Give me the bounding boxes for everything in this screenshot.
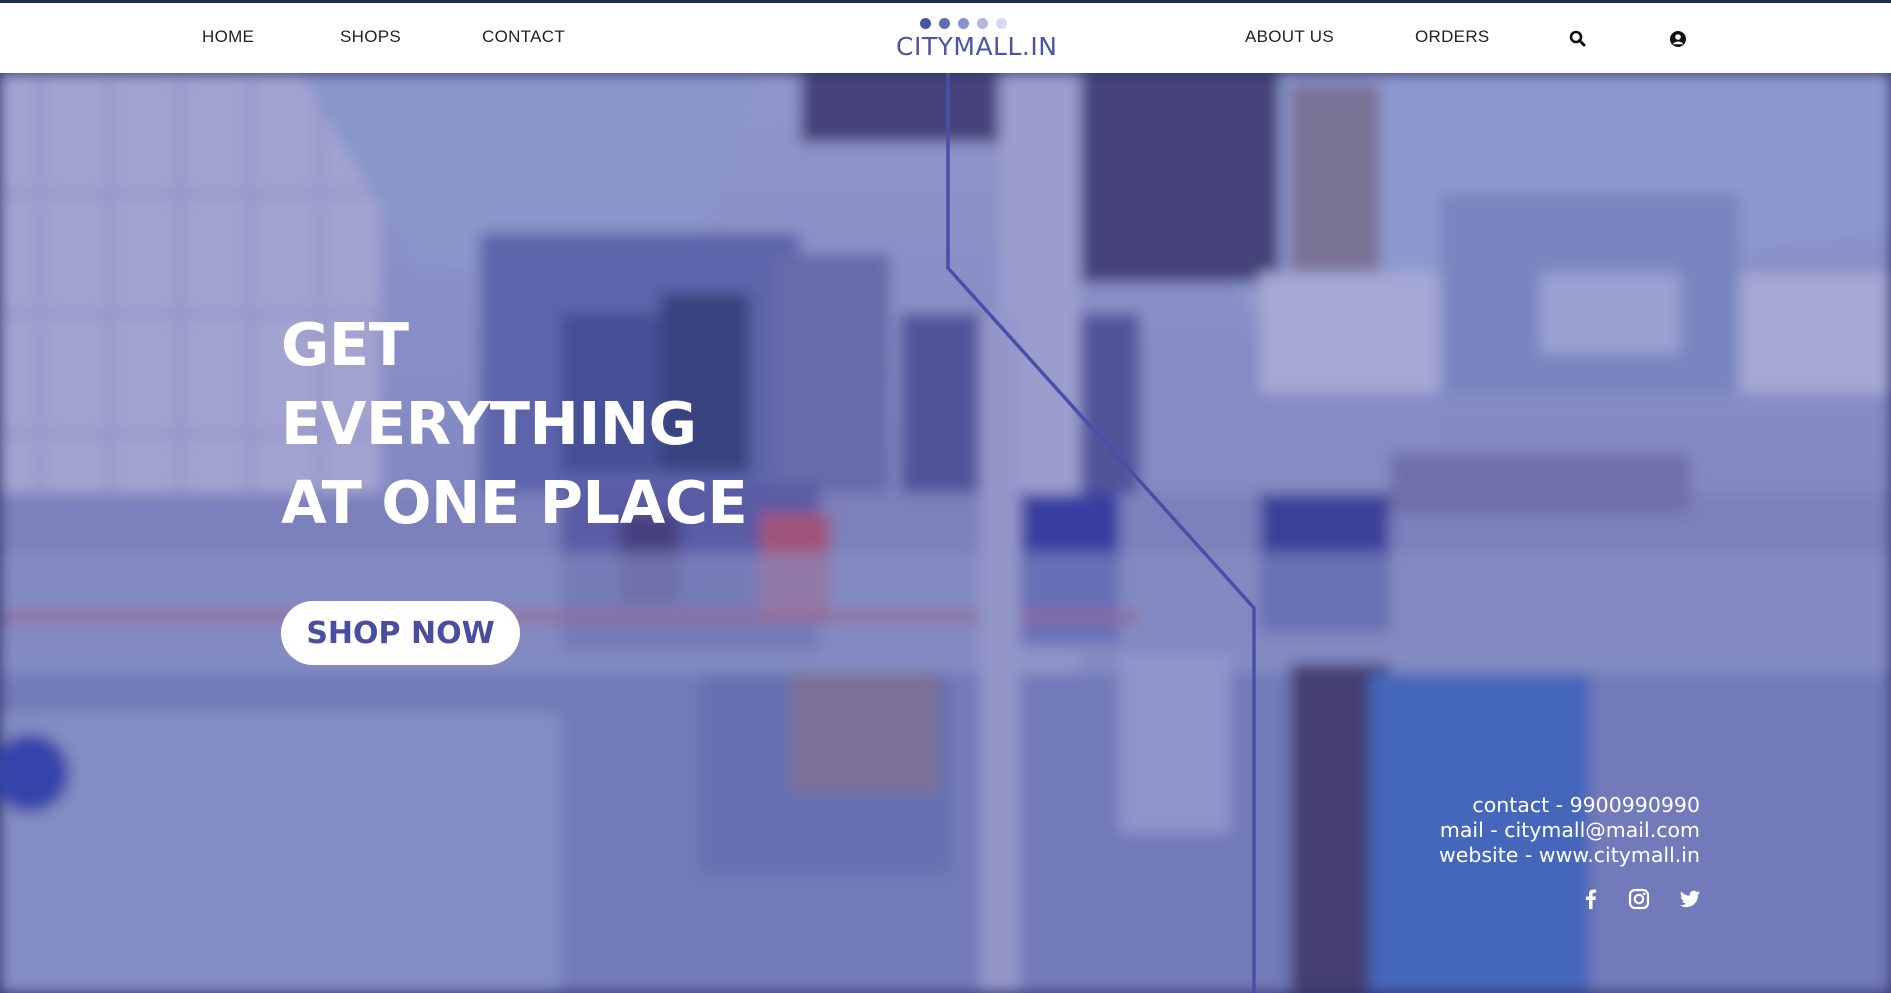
- hero-headline-line: AT ONE PLACE: [281, 468, 748, 537]
- twitter-icon[interactable]: [1679, 888, 1701, 910]
- contact-mail: mail - citymall@mail.com: [1439, 818, 1700, 842]
- logo-dot: [958, 18, 969, 29]
- nav-home-link[interactable]: HOME: [202, 27, 254, 47]
- hero-headline: GET EVERYTHING AT ONE PLACE: [281, 305, 748, 542]
- facebook-icon[interactable]: [1580, 888, 1602, 910]
- hero-headline-line: EVERYTHING: [281, 389, 697, 458]
- logo-text: CITYMALL.IN: [896, 32, 1058, 61]
- logo-dot: [939, 18, 950, 29]
- nav-about-link[interactable]: ABOUT US: [1245, 27, 1334, 47]
- search-icon[interactable]: [1568, 29, 1588, 49]
- hero-section: GET EVERYTHING AT ONE PLACE SHOP NOW con…: [0, 73, 1891, 993]
- shop-now-button[interactable]: SHOP NOW: [281, 601, 520, 665]
- instagram-icon[interactable]: [1628, 888, 1650, 910]
- logo-dots: [920, 18, 1007, 29]
- navbar: HOME SHOPS CONTACT CITYMALL.IN ABOUT US …: [0, 3, 1891, 73]
- site-logo[interactable]: CITYMALL.IN: [896, 15, 1057, 65]
- contact-info: contact - 9900990990 mail - citymall@mai…: [1439, 793, 1700, 868]
- contact-phone: contact - 9900990990: [1472, 793, 1700, 817]
- nav-shops-link[interactable]: SHOPS: [340, 27, 401, 47]
- nav-contact-link[interactable]: CONTACT: [482, 27, 565, 47]
- contact-website: website - www.citymall.in: [1438, 843, 1700, 867]
- nav-orders-link[interactable]: ORDERS: [1415, 27, 1490, 47]
- logo-dot: [996, 18, 1007, 29]
- user-circle-icon[interactable]: [1668, 29, 1688, 49]
- hero-headline-line: GET: [281, 310, 409, 379]
- logo-dot: [977, 18, 988, 29]
- logo-dot: [920, 18, 931, 29]
